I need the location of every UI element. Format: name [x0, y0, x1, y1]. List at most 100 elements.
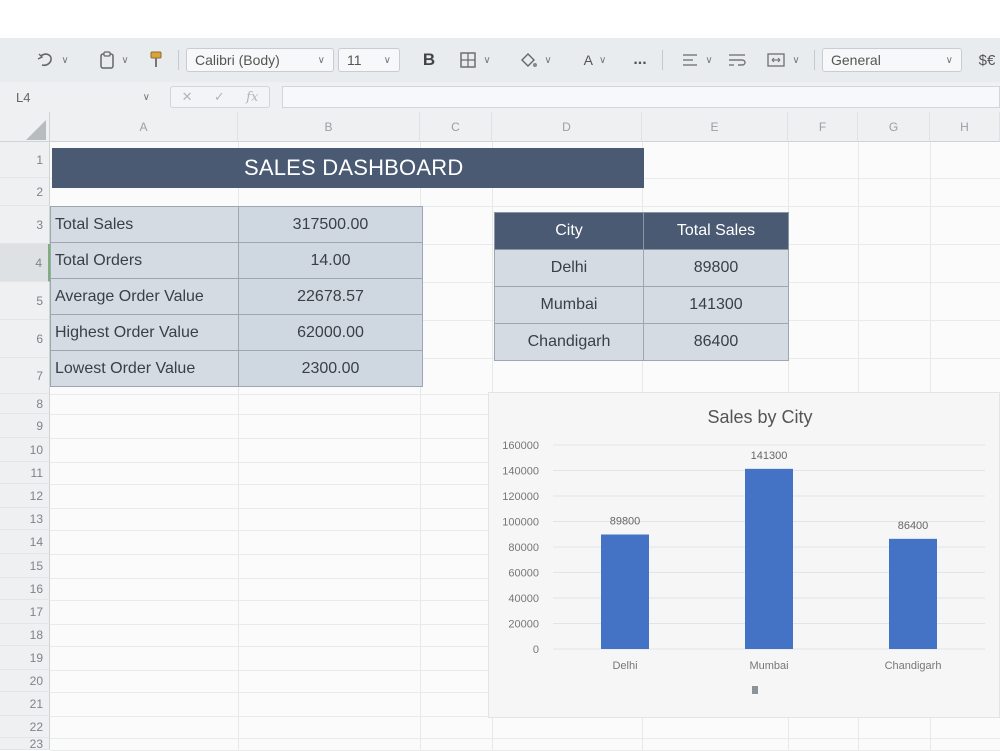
format-painter-button[interactable] [144, 48, 168, 72]
kpi-value[interactable]: 22678.57 [238, 278, 423, 315]
city-cell[interactable]: Delhi [494, 249, 644, 287]
more-button[interactable]: ... [626, 48, 654, 72]
borders-button[interactable]: ∨ [452, 48, 498, 72]
row-header-13[interactable]: 13 [0, 508, 50, 530]
align-button[interactable]: ∨ [676, 48, 718, 72]
fill-color-button[interactable]: ∨ [512, 48, 558, 72]
row-header-9[interactable]: 9 [0, 414, 50, 438]
total-sales-cell[interactable]: 141300 [643, 286, 789, 324]
chevron-down-icon: ∨ [945, 54, 953, 66]
column-header-d[interactable]: D [492, 112, 642, 142]
confirm-icon[interactable]: ✓ [214, 89, 225, 105]
table-row: Delhi 89800 [494, 249, 789, 287]
row-header-6[interactable]: 6 [0, 320, 50, 358]
kpi-label[interactable]: Total Sales [50, 206, 239, 243]
table-row: Total Sales 317500.00 [50, 206, 423, 243]
column-header-b[interactable]: B [238, 112, 420, 142]
y-tick-label: 100000 [502, 517, 539, 529]
row-header-16[interactable]: 16 [0, 578, 50, 600]
row-header-14[interactable]: 14 [0, 530, 50, 554]
row-header-11[interactable]: 11 [0, 462, 50, 484]
select-all-button[interactable] [0, 112, 50, 142]
row-header-23[interactable]: 23 [0, 737, 50, 751]
clipboard-button[interactable]: ∨ [92, 48, 136, 72]
kpi-value[interactable]: 2300.00 [238, 350, 423, 387]
chevron-down-icon: ∨ [705, 54, 713, 66]
row-header-15[interactable]: 15 [0, 554, 50, 578]
undo-button[interactable]: ∨ [30, 48, 76, 72]
row-header-8[interactable]: 8 [0, 394, 50, 414]
y-tick-label: 120000 [502, 491, 539, 503]
row-header-5[interactable]: 5 [0, 282, 50, 320]
formula-input[interactable] [282, 86, 1000, 108]
column-header-c[interactable]: C [420, 112, 492, 142]
row-header-2[interactable]: 2 [0, 178, 50, 206]
kpi-value[interactable]: 14.00 [238, 242, 423, 279]
font-name-select[interactable]: Calibri (Body) ∨ [186, 48, 334, 72]
data-label: 141300 [751, 450, 788, 462]
row-header-4[interactable]: 4 [0, 244, 50, 282]
wrap-text-button[interactable] [724, 48, 750, 72]
name-box[interactable]: L4 ∨ [8, 86, 158, 108]
total-sales-cell[interactable]: 89800 [643, 249, 789, 287]
column-header-f[interactable]: F [788, 112, 858, 142]
data-label: 86400 [898, 520, 929, 532]
city-cell[interactable]: Chandigarh [494, 323, 644, 361]
separator [814, 50, 815, 70]
row-header-21[interactable]: 21 [0, 692, 50, 716]
table-header-total-sales[interactable]: Total Sales [643, 212, 789, 250]
sales-by-city-chart[interactable]: Sales by City 0 20000 40000 60000 80000 100000… [488, 392, 1000, 718]
column-header-g[interactable]: G [858, 112, 930, 142]
table-row: Mumbai 141300 [494, 286, 789, 324]
chevron-down-icon: ∨ [792, 54, 800, 66]
separator [662, 50, 663, 70]
y-tick-label: 20000 [508, 619, 539, 631]
cancel-icon[interactable]: ✕ [182, 89, 193, 105]
row-header-17[interactable]: 17 [0, 600, 50, 624]
kpi-value[interactable]: 317500.00 [238, 206, 423, 243]
total-sales-cell[interactable]: 86400 [643, 323, 789, 361]
row-header-18[interactable]: 18 [0, 624, 50, 646]
font-size-value: 11 [347, 52, 362, 68]
insert-function-button[interactable]: fx [246, 90, 258, 105]
row-header-22[interactable]: 22 [0, 716, 50, 738]
kpi-label[interactable]: Average Order Value [50, 278, 239, 315]
number-format-select[interactable]: General ∨ [822, 48, 962, 72]
chevron-down-icon: ∨ [317, 54, 325, 66]
row-header-10[interactable]: 10 [0, 438, 50, 462]
row-header-3[interactable]: 3 [0, 206, 50, 244]
merge-button[interactable]: ∨ [760, 48, 806, 72]
kpi-value[interactable]: 62000.00 [238, 314, 423, 351]
chevron-down-icon: ∨ [383, 54, 391, 66]
bar-chandigarh [889, 538, 937, 649]
y-tick-label: 0 [533, 644, 539, 656]
row-header-7[interactable]: 7 [0, 358, 50, 394]
kpi-label[interactable]: Total Orders [50, 242, 239, 279]
font-color-button[interactable]: A ∨ [572, 48, 618, 72]
currency-button[interactable]: $€ [974, 48, 1000, 72]
column-header-a[interactable]: A [50, 112, 238, 142]
x-tick-label: Mumbai [749, 660, 788, 672]
font-size-select[interactable]: 11 ∨ [338, 48, 400, 72]
spreadsheet-grid: ABCDEFGH 1 2 3 4 5 6 7 8 9 10 11 12 13 14 15 16 17 18 19 20… [0, 112, 1000, 751]
row-header-19[interactable]: 19 [0, 646, 50, 670]
scroll-handle[interactable] [752, 686, 758, 694]
kpi-table: Total Sales 317500.00 Total Orders 14.00 Ave… [50, 206, 423, 387]
table-header-city[interactable]: City [494, 212, 644, 250]
font-name-value: Calibri (Body) [195, 52, 280, 68]
bold-button[interactable]: B [418, 48, 440, 72]
table-row: Highest Order Value 62000.00 [50, 314, 423, 351]
undo-icon [38, 53, 53, 67]
column-header-h[interactable]: H [930, 112, 1000, 142]
row-header-1[interactable]: 1 [0, 142, 50, 178]
formula-buttons: ✕ ✓ fx [170, 86, 270, 108]
row-header-20[interactable]: 20 [0, 670, 50, 692]
row-header-12[interactable]: 12 [0, 484, 50, 508]
kpi-label[interactable]: Lowest Order Value [50, 350, 239, 387]
kpi-label[interactable]: Highest Order Value [50, 314, 239, 351]
chevron-down-icon: ∨ [483, 54, 491, 66]
merge-icon [767, 53, 786, 67]
column-header-e[interactable]: E [642, 112, 788, 142]
x-tick-label: Chandigarh [885, 660, 942, 672]
city-cell[interactable]: Mumbai [494, 286, 644, 324]
